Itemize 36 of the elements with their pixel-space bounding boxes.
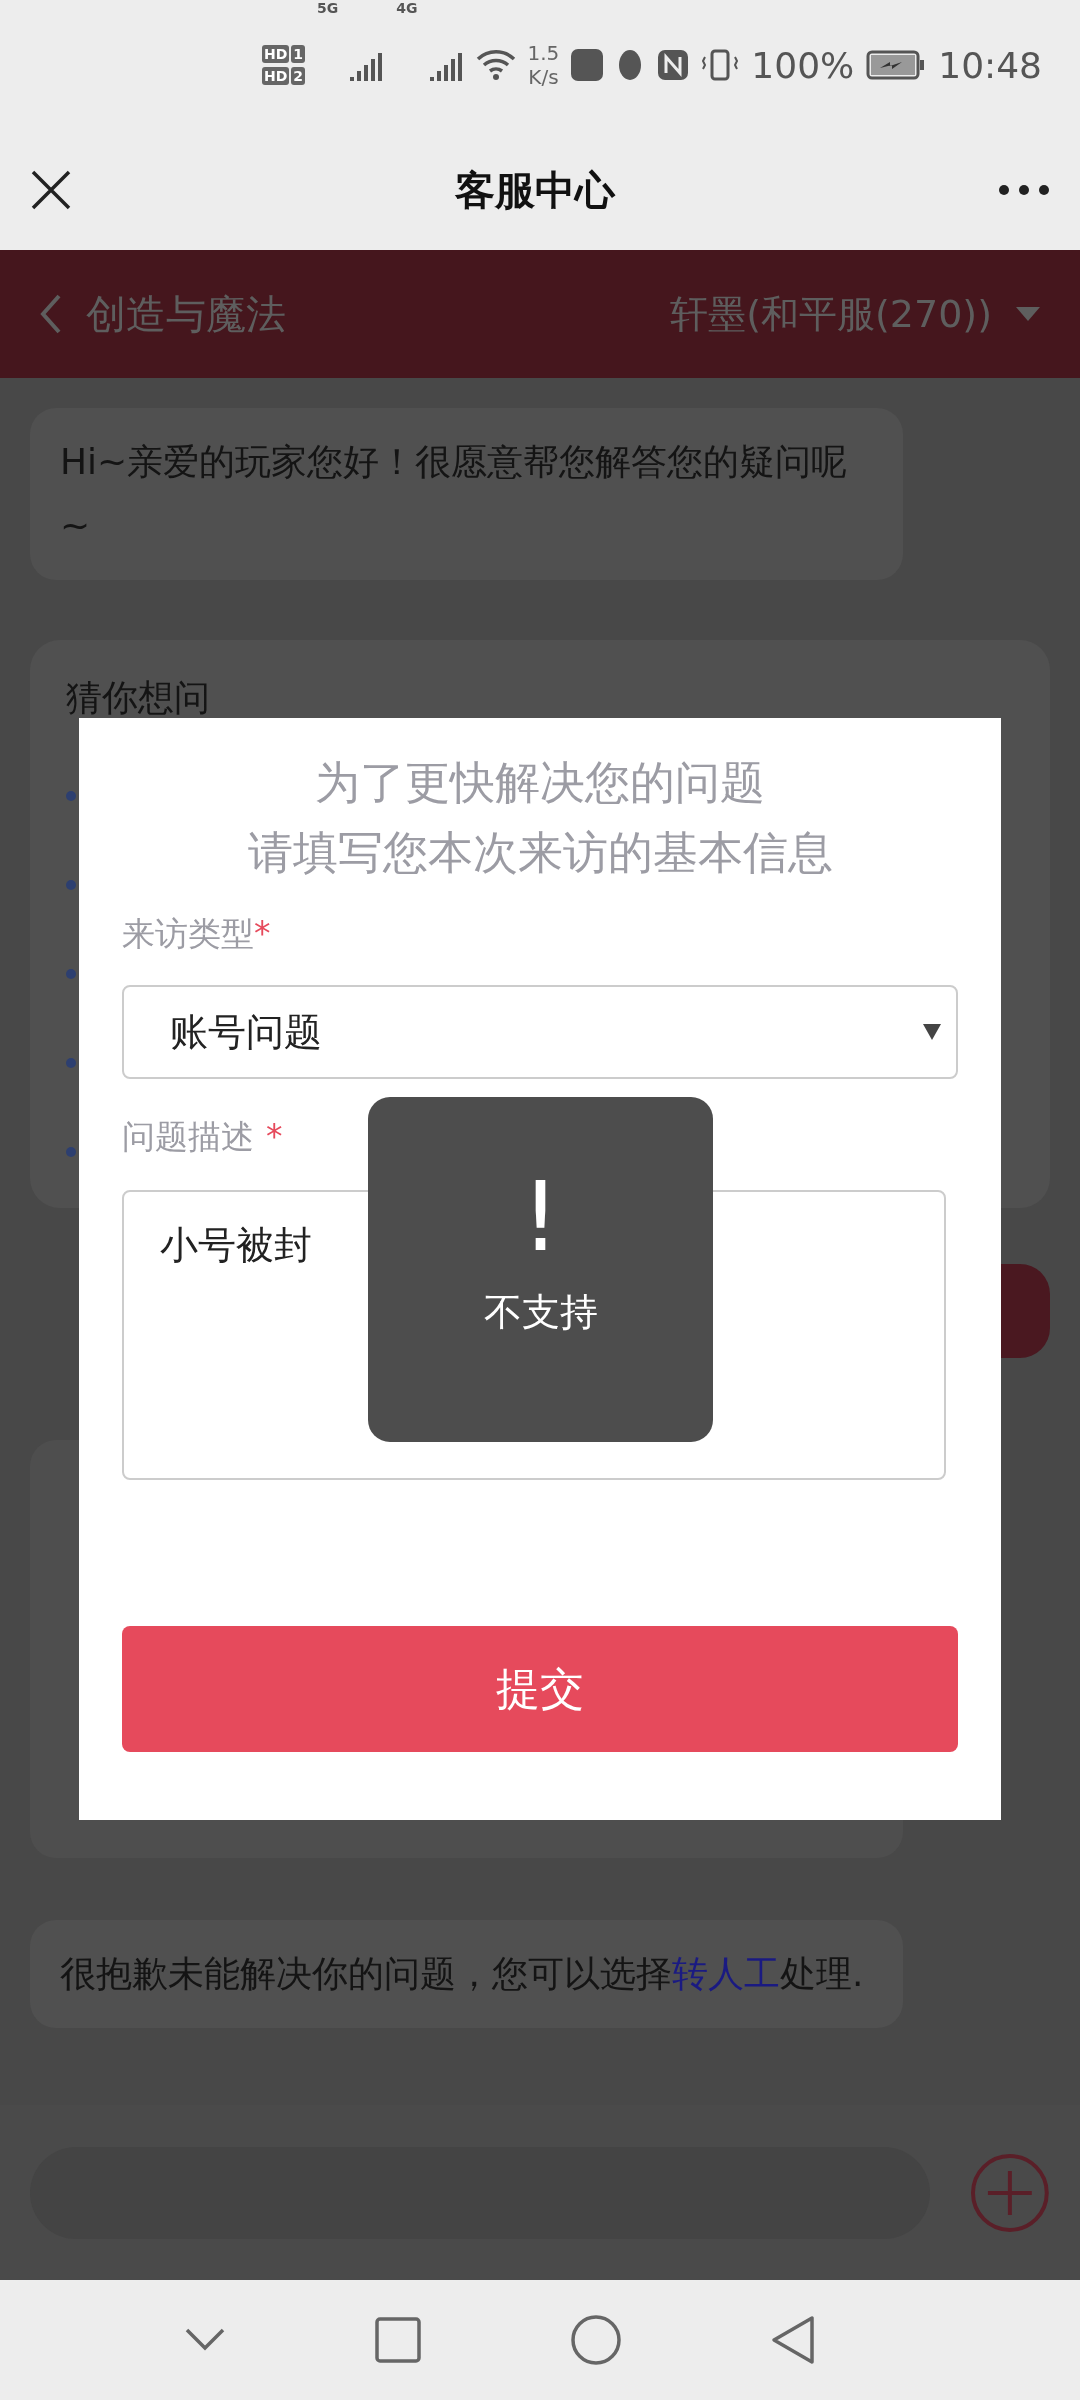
- dropdown-icon: [922, 1023, 942, 1041]
- close-icon[interactable]: [30, 169, 72, 211]
- bullet-icon: [66, 969, 76, 979]
- circle-icon[interactable]: [571, 2315, 621, 2365]
- vibrate-icon: [701, 49, 740, 81]
- alert-icon: !: [521, 1167, 560, 1267]
- game-name: 创造与魔法: [86, 289, 286, 339]
- submit-button[interactable]: 提交: [122, 1626, 958, 1752]
- square-icon[interactable]: [375, 2317, 421, 2363]
- bullet-icon: [66, 791, 76, 801]
- more-icon[interactable]: [998, 184, 1050, 196]
- field-label: 来访类型*: [122, 913, 272, 955]
- battery-icon: [866, 50, 927, 80]
- field-label: 问题描述 *: [122, 1116, 284, 1158]
- nfc-icon: [657, 49, 690, 81]
- toast-message: 不支持: [483, 1289, 598, 1336]
- network-label: 4G: [396, 0, 418, 16]
- card-title: 猜你想问: [66, 676, 210, 720]
- bullet-icon: [66, 1147, 76, 1157]
- chat-message: Hi~亲爱的玩家您好！很愿意帮您解答您的疑问呢~: [30, 408, 903, 580]
- speed-value: 1.5: [527, 41, 560, 65]
- triangle-icon[interactable]: [771, 2315, 815, 2365]
- wifi-icon: [475, 49, 516, 81]
- dropdown-icon: [1016, 307, 1040, 321]
- speed-unit: K/s: [527, 65, 560, 89]
- chevron-down-icon[interactable]: [185, 2328, 225, 2352]
- dialog-title: 为了更快解决您的问题: [315, 755, 765, 811]
- server-name[interactable]: 轩墨(和平服(270)): [670, 288, 992, 340]
- type-select[interactable]: 账号问题: [122, 985, 958, 1079]
- bullet-icon: [66, 880, 76, 890]
- dialog-title: 请填写您本次来访的基本信息: [247, 825, 833, 881]
- clock: 10:48: [938, 44, 1042, 86]
- page-title: 客服中心: [455, 165, 615, 215]
- network-label: 5G: [317, 0, 339, 16]
- bullet-icon: [66, 1058, 76, 1068]
- battery-percent: 100%: [751, 44, 855, 86]
